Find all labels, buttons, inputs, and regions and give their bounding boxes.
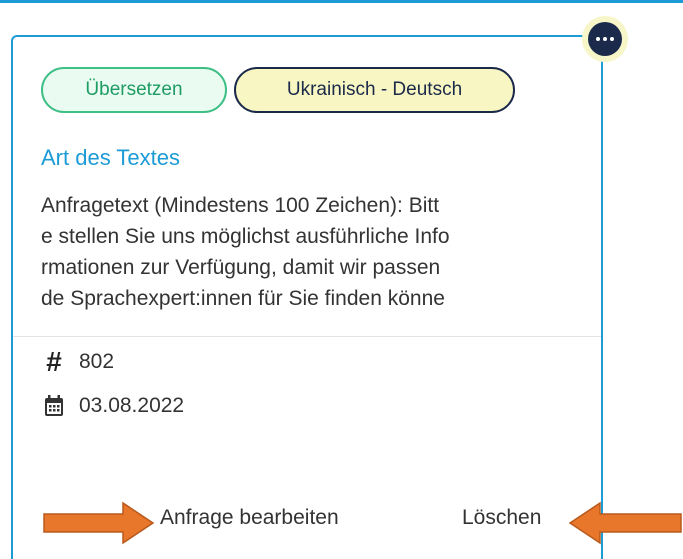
hash-icon: # — [46, 346, 62, 377]
description-line: de Sprachexpert:innen für Sie finden kön… — [41, 287, 445, 310]
arrow-left-annotation — [568, 501, 682, 545]
request-description: Anfragetext (Mindestens 100 Zeichen): Bi… — [41, 190, 586, 314]
description-line: Anfragetext (Mindestens 100 Zeichen): Bi… — [41, 194, 440, 217]
more-horizontal-icon — [596, 37, 600, 41]
calendar-icon — [41, 393, 67, 419]
request-id: 802 — [79, 350, 115, 373]
description-line: e stellen Sie uns möglichst ausführliche… — [41, 225, 450, 248]
edit-request-button[interactable]: Anfrage bearbeiten — [160, 506, 339, 530]
description-line: rmationen zur Verfügung, damit wir passe… — [41, 256, 441, 279]
language-pair-tag: Ukrainisch - Deutsch — [234, 67, 515, 113]
more-horizontal-icon-dot — [610, 37, 614, 41]
delete-request-button[interactable]: Löschen — [462, 506, 541, 530]
request-id-row: # 802 — [41, 346, 114, 378]
request-date: 03.08.2022 — [79, 394, 185, 417]
request-date-row: 03.08.2022 — [41, 390, 184, 422]
arrow-right-annotation — [43, 501, 155, 545]
divider — [13, 336, 601, 337]
top-border-line — [0, 0, 683, 3]
request-title: Art des Textes — [41, 145, 180, 170]
more-options-button[interactable] — [588, 22, 622, 56]
request-card-view: Übersetzen Ukrainisch - Deutsch Art des … — [0, 0, 683, 559]
more-horizontal-icon-dot — [603, 37, 607, 41]
service-tag: Übersetzen — [41, 67, 227, 113]
